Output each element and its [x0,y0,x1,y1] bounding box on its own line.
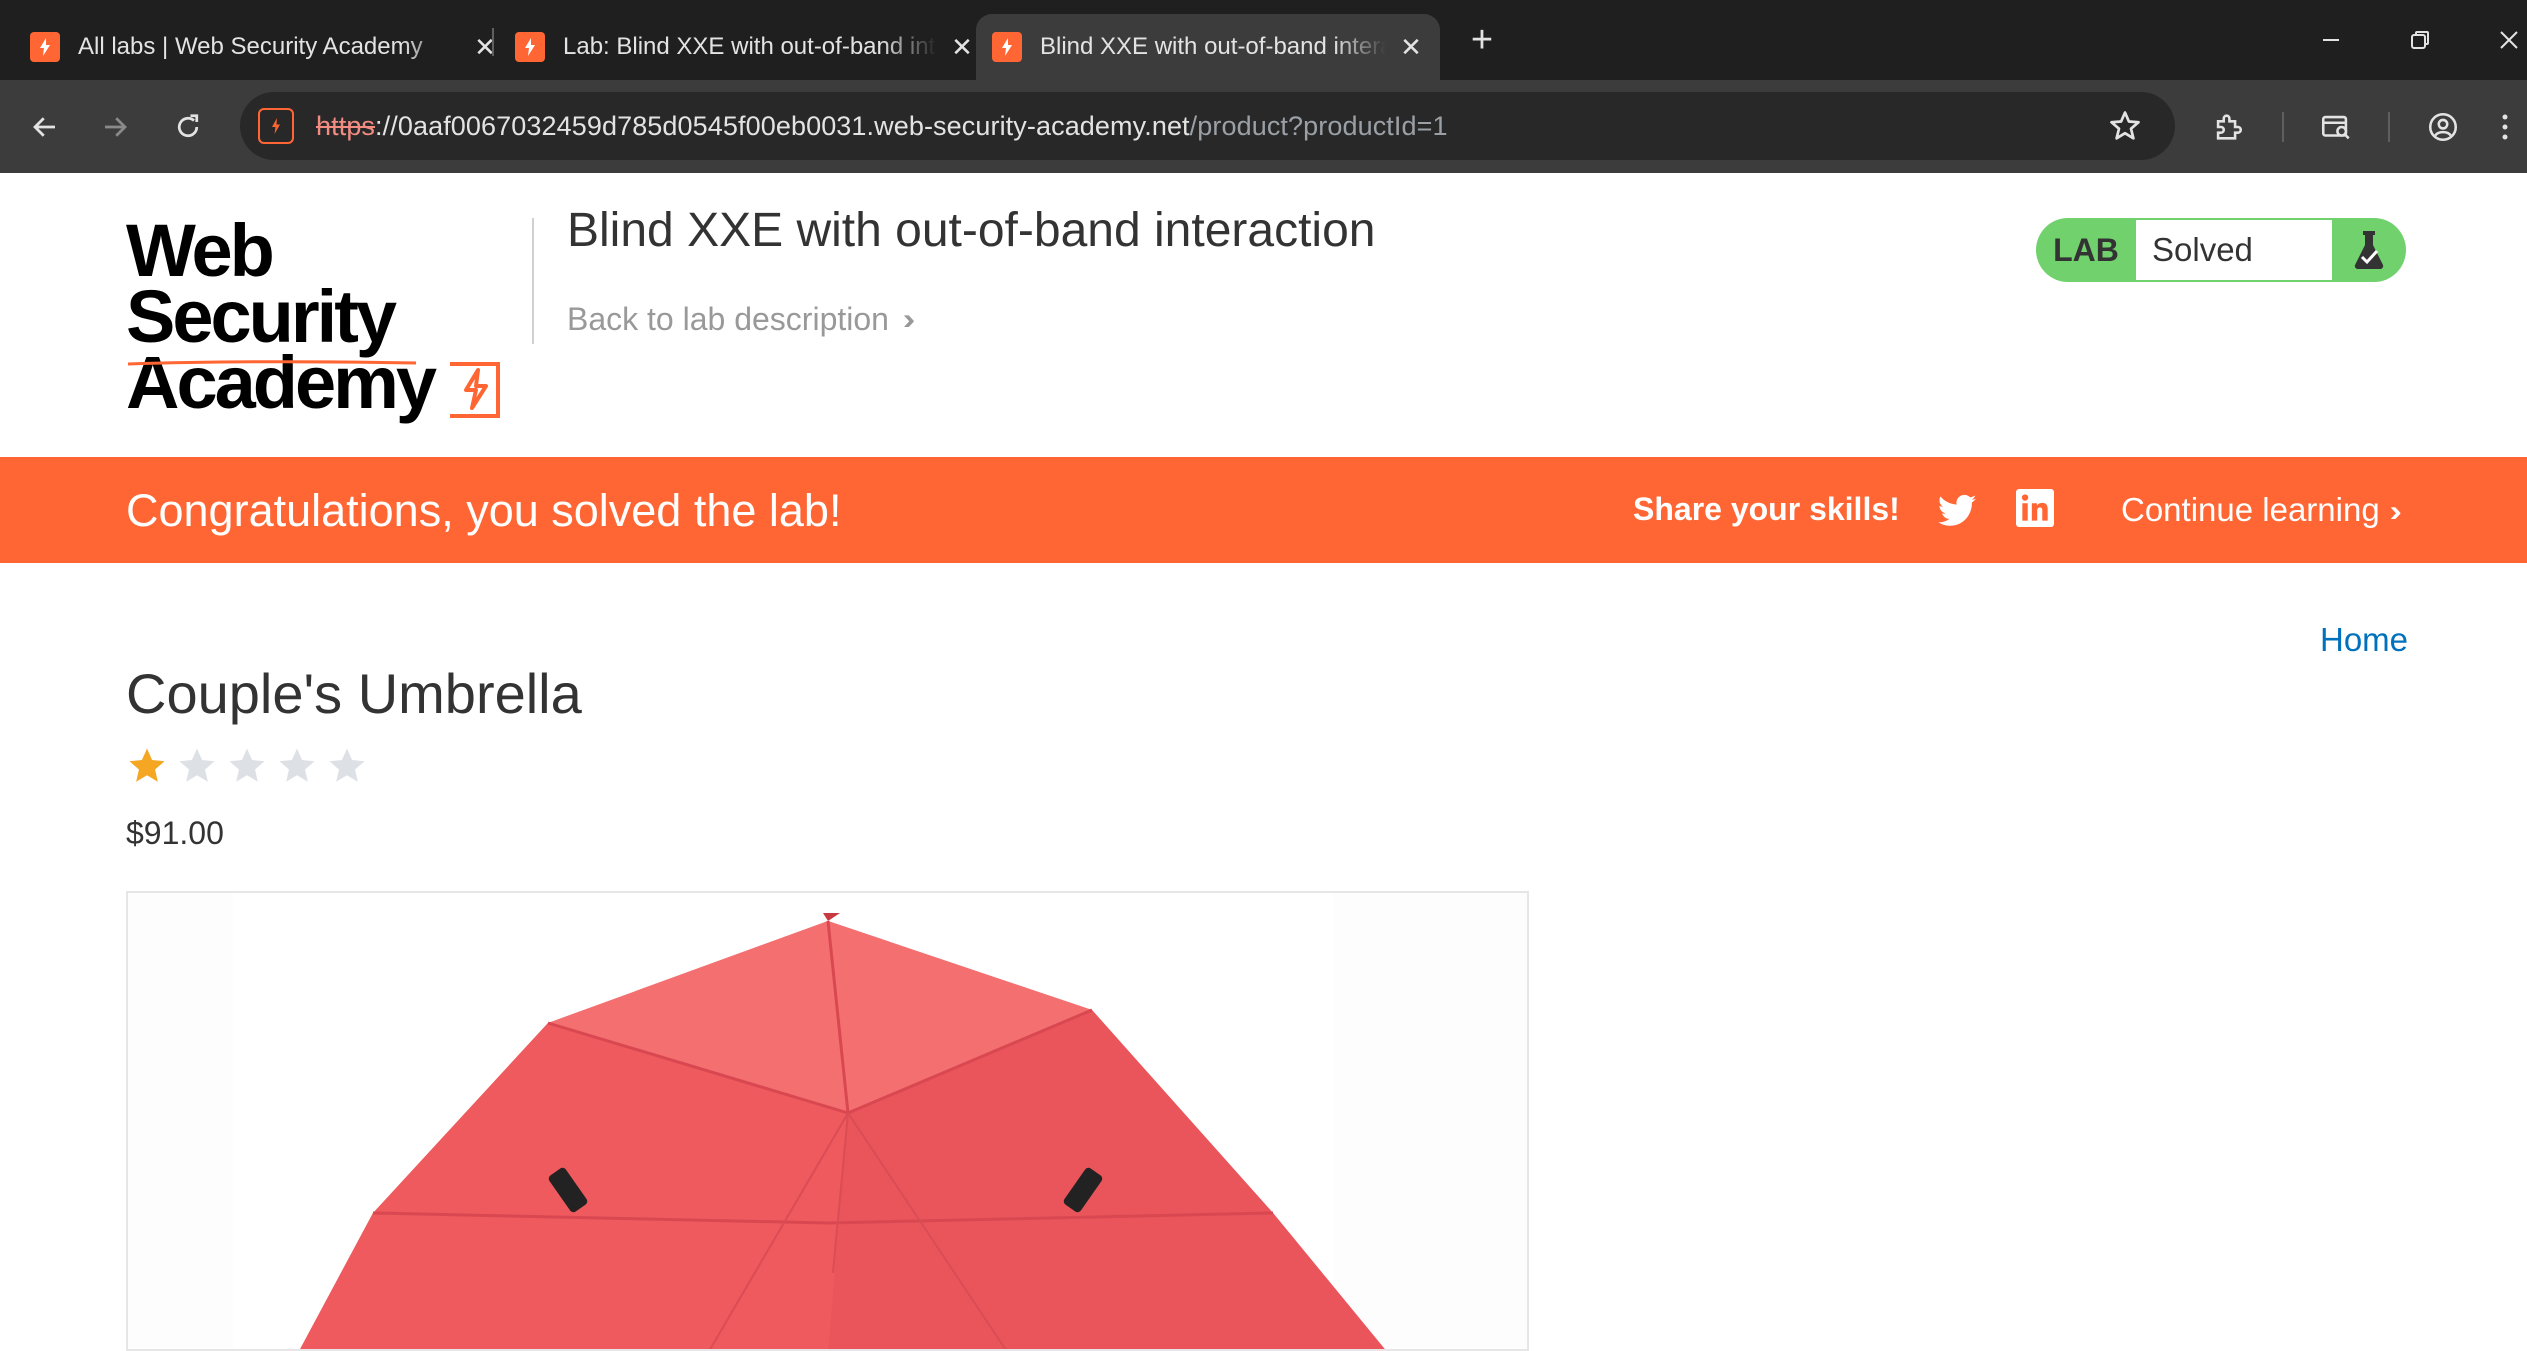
double-chevron-right-icon: ›› [2389,495,2402,528]
tab-title: All labs | Web Security Academy [78,33,423,60]
tab-lab-active[interactable]: Blind XXE with out-of-band interaction ✕ [976,14,1440,80]
logo-underline [127,360,417,366]
lab-status-badge: LAB Solved [2036,218,2406,282]
product-rating [126,745,376,787]
extensions-icon[interactable] [2203,102,2253,152]
share-skills-label: Share your skills! [1633,491,1900,527]
burp-favicon-icon [515,32,545,62]
continue-learning-link[interactable]: Continue learning ›› [2121,491,2402,529]
back-icon[interactable] [20,102,70,152]
congratulations-message: Congratulations, you solved the lab! [126,485,842,536]
browser-toolbar: https://0aaf0067032459d785d0545f00eb0031… [0,80,2527,173]
lab-badge-label: LAB [2053,231,2119,268]
solved-banner: Congratulations, you solved the lab! Sha… [0,457,2527,563]
url-host: ://0aaf0067032459d785d0545f00eb0031.web-… [375,110,1190,141]
continue-learning-label: Continue learning [2121,491,2380,528]
product-price: $91.00 [126,815,224,851]
star-filled-icon [129,748,165,782]
forward-icon[interactable] [90,102,140,152]
logo-line-1: Web Security [126,209,397,358]
tab-title: Blind XXE with out-of-band interaction [1040,33,1386,60]
address-bar[interactable]: https://0aaf0067032459d785d0545f00eb0031… [240,92,2175,160]
tab-close-icon[interactable]: ✕ [470,32,500,63]
lab-title: Blind XXE with out-of-band interaction [567,204,1376,257]
tab-close-icon[interactable]: ✕ [1396,32,1426,63]
url-scheme: https [316,110,376,141]
header-divider [532,218,534,344]
twitter-icon[interactable] [1936,489,1978,531]
umbrella-image [128,893,1527,1349]
burp-favicon-icon [30,32,60,62]
home-link[interactable]: Home [2320,621,2408,659]
linkedin-icon[interactable] [2016,489,2054,527]
toolbar-divider [2282,112,2284,142]
star-empty-icon [329,748,365,782]
reload-icon[interactable] [163,102,213,152]
reading-mode-icon[interactable] [2311,102,2361,152]
back-link-label: Back to lab description [567,301,889,337]
web-security-academy-logo[interactable]: Web Security Academy [126,209,526,420]
lab-status-text: Solved [2136,220,2332,280]
product-title: Couple's Umbrella [126,662,582,725]
site-info-icon[interactable] [258,108,294,144]
double-chevron-right-icon: ›› [902,302,915,336]
url-path: /product?productId=1 [1189,110,1448,141]
new-tab-button[interactable]: + [1462,18,1502,62]
restore-button[interactable] [2395,18,2445,62]
bookmark-star-icon[interactable] [2107,108,2143,144]
product-image [126,891,1529,1351]
tab-divider [492,28,494,56]
burp-favicon-icon [992,32,1022,62]
back-to-lab-description-link[interactable]: Back to lab description ›› [567,301,915,338]
web-page: Web Security Academy Blind XXE with out-… [0,173,2527,1351]
star-empty-icon [279,748,315,782]
tab-close-icon[interactable]: ✕ [947,32,977,63]
tab-all-labs[interactable]: All labs | Web Security Academy ✕ [30,14,500,80]
menu-icon[interactable] [2490,102,2520,152]
profile-icon[interactable] [2418,102,2468,152]
url-text[interactable]: https://0aaf0067032459d785d0545f00eb0031… [316,111,1448,142]
tab-title: Lab: Blind XXE with out-of-band interact… [563,33,937,60]
tab-lab-description[interactable]: Lab: Blind XXE with out-of-band interact… [515,14,977,80]
toolbar-divider [2388,112,2390,142]
close-window-button[interactable] [2484,18,2527,62]
browser-tab-strip: All labs | Web Security Academy ✕ Lab: B… [0,0,2527,80]
star-empty-icon [229,748,265,782]
minimize-button[interactable] [2306,18,2356,62]
flask-icon [2332,220,2406,280]
star-empty-icon [179,748,215,782]
